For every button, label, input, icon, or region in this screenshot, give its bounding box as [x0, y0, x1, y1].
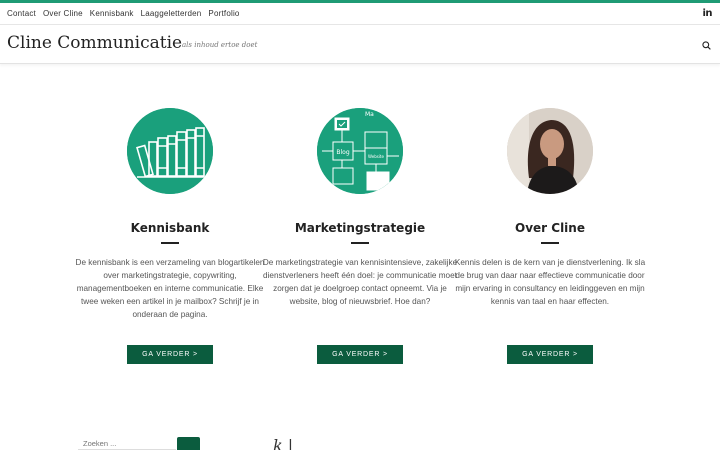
flowchart-illustration: Blog Website Ma	[317, 108, 403, 194]
over-cline-photo[interactable]	[507, 108, 593, 194]
marketingstrategie-button[interactable]: GA VERDER >	[317, 345, 403, 364]
feature-kennisbank: Kennisbank De kennisbank is een verzamel…	[70, 108, 270, 364]
title-underline	[161, 242, 179, 244]
site-header: Cline Communicatie als inhoud ertoe doet	[0, 26, 720, 64]
site-tagline: als inhoud ertoe doet	[182, 41, 258, 49]
title-underline	[541, 242, 559, 244]
nav-item-kennisbank[interactable]: Kennisbank	[90, 9, 134, 18]
flowchart-label-blog: Blog	[336, 149, 349, 156]
kennisbank-title[interactable]: Kennisbank	[70, 221, 270, 235]
title-underline	[351, 242, 369, 244]
nav-item-contact[interactable]: Contact	[7, 9, 36, 18]
top-nav: Contact Over Cline Kennisbank Laaggelett…	[7, 9, 240, 18]
feature-over-cline: Over Cline Kennis delen is de kern van j…	[450, 108, 650, 364]
over-cline-button[interactable]: GA VERDER >	[507, 345, 593, 364]
flowchart-label-top: Ma	[365, 111, 374, 118]
marketingstrategie-image[interactable]: Blog Website Ma	[317, 108, 403, 194]
nav-item-laaggeletterden[interactable]: Laaggeletterden	[141, 9, 202, 18]
top-bar: Contact Over Cline Kennisbank Laaggelett…	[0, 3, 720, 25]
nav-item-over-cline[interactable]: Over Cline	[43, 9, 83, 18]
kennisbank-description: De kennisbank is een verzameling van blo…	[75, 257, 265, 320]
kennisbank-button[interactable]: GA VERDER >	[127, 345, 213, 364]
books-illustration	[127, 108, 213, 194]
footer-search	[78, 437, 202, 450]
marketingstrategie-description: De marketingstrategie van kennisintensie…	[262, 257, 458, 307]
search-input[interactable]	[78, 437, 176, 450]
over-cline-description: Kennis delen is de kern van je dienstver…	[454, 257, 646, 307]
portrait-illustration	[507, 108, 593, 194]
over-cline-title[interactable]: Over Cline	[450, 221, 650, 235]
feature-marketingstrategie: Blog Website Ma Marketingstrategie De ma…	[260, 108, 460, 364]
footer-script-text: k |	[273, 436, 294, 450]
search-submit-button[interactable]	[177, 437, 200, 450]
nav-item-portfolio[interactable]: Portfolio	[208, 9, 239, 18]
flowchart-label-website: Website	[368, 154, 384, 159]
kennisbank-image[interactable]	[127, 108, 213, 194]
linkedin-icon[interactable]: in	[702, 8, 712, 19]
site-title[interactable]: Cline Communicatie	[7, 33, 182, 53]
marketingstrategie-title[interactable]: Marketingstrategie	[260, 221, 460, 235]
search-icon[interactable]	[702, 41, 711, 50]
